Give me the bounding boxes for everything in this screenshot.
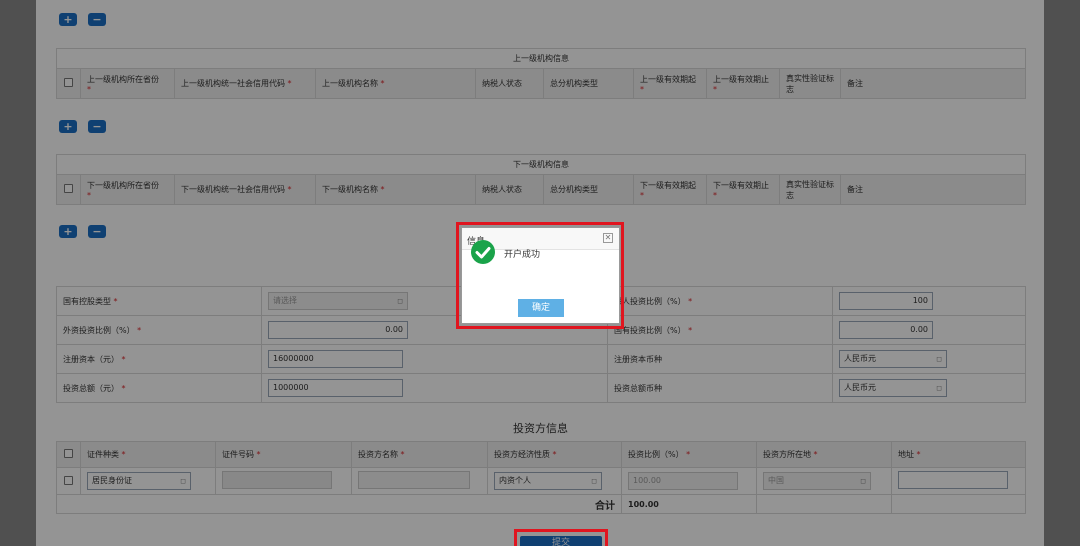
lower-level-title: 下一级机构信息	[55, 154, 1027, 175]
add-upper-row-button[interactable]: +	[59, 120, 77, 133]
sum-label: 合计	[56, 494, 622, 514]
column-header: 地址 *	[891, 441, 1026, 468]
column-header: 纳税人状态	[475, 68, 544, 99]
column-header: 上一级有效期止 *	[706, 68, 780, 99]
id-number-input[interactable]	[222, 471, 332, 489]
location-select[interactable]: 中国 ◻	[763, 472, 871, 490]
field-label: 注册资本（元） *	[56, 344, 262, 374]
dialog-highlight-box	[456, 222, 624, 329]
column-header: 总分机构类型	[543, 174, 634, 205]
row-checkbox[interactable]	[64, 475, 73, 485]
column-header: 纳税人状态	[475, 174, 544, 205]
natural-ratio-input[interactable]: 100	[839, 292, 933, 310]
column-header: 总分机构类型	[543, 68, 634, 99]
upper-level-table: 上一级机构信息 上一级机构所在省份 * 上一级机构统一社会信用代码 * 上一级机构…	[55, 48, 1027, 99]
column-header: 真实性验证标志	[779, 174, 841, 205]
state-ratio-input[interactable]: 0.00	[839, 321, 933, 339]
column-header: 投资方所在地 *	[756, 441, 892, 468]
foreign-ratio-input[interactable]: 0.00	[268, 321, 408, 339]
field-label: 国有控股类型 *	[56, 286, 262, 316]
column-header: 证件号码 *	[215, 441, 352, 468]
select-all-checkbox[interactable]	[64, 449, 73, 458]
total-invest-input[interactable]: 1000000	[268, 379, 403, 397]
reg-capital-input[interactable]: 16000000	[268, 350, 403, 368]
column-header: 备注	[839, 68, 1027, 99]
column-header: 真实性验证标志	[779, 68, 841, 99]
add-row-button[interactable]: +	[59, 13, 77, 26]
column-header: 下一级机构名称 *	[315, 174, 476, 205]
select-all-checkbox[interactable]	[64, 78, 73, 87]
column-header: 投资方名称 *	[351, 441, 488, 468]
dropdown-arrow-icon: ◻	[936, 355, 942, 363]
investor-table: 证件种类 * 证件号码 * 投资方名称 * 投资方经济性质 * 投资比例（%） …	[56, 441, 1026, 514]
upper-level-title: 上一级机构信息	[55, 48, 1027, 69]
dropdown-arrow-icon: ◻	[936, 384, 942, 392]
column-header: 证件种类 *	[80, 441, 216, 468]
field-label: 注册资本币种	[607, 344, 833, 374]
column-header: 上一级机构名称 *	[315, 68, 476, 99]
investor-section-title: 投资方信息	[513, 422, 568, 435]
lower-level-table: 下一级机构信息 下一级机构所在省份 * 下一级机构统一社会信用代码 * 下一级机构…	[55, 154, 1027, 205]
address-input[interactable]	[898, 471, 1008, 489]
column-header: 备注	[839, 174, 1027, 205]
remove-row-button[interactable]: −	[88, 13, 106, 26]
column-header: 投资方经济性质 *	[487, 441, 622, 468]
field-label: 投资总额（元） *	[56, 373, 262, 403]
column-header: 下一级机构所在省份 *	[80, 174, 175, 205]
add-lower-row-button[interactable]: +	[59, 225, 77, 238]
remove-upper-row-button[interactable]: −	[88, 120, 106, 133]
table-row: 居民身份证 ◻ 内资个人 ◻ 100.00 中国 ◻	[56, 467, 1026, 495]
state-type-select[interactable]: 请选择 ◻	[268, 292, 408, 310]
column-header: 下一级有效期止 *	[706, 174, 780, 205]
field-label: 国有投资比例（%） *	[607, 315, 833, 345]
field-label: 然人投资比例（%） *	[607, 286, 833, 316]
column-header: 下一级有效期起 *	[633, 174, 707, 205]
nature-select[interactable]: 内资个人 ◻	[494, 472, 602, 490]
dropdown-arrow-icon: ◻	[180, 477, 186, 485]
column-header: 上一级机构所在省份 *	[80, 68, 175, 99]
dropdown-arrow-icon: ◻	[860, 477, 866, 485]
column-header: 上一级有效期起 *	[633, 68, 707, 99]
id-type-select[interactable]: 居民身份证 ◻	[87, 472, 191, 490]
field-label: 外资投资比例（%） *	[56, 315, 262, 345]
reg-currency-select[interactable]: 人民币元 ◻	[839, 350, 947, 368]
dropdown-arrow-icon: ◻	[591, 477, 597, 485]
investor-name-input[interactable]	[358, 471, 470, 489]
submit-highlight-box	[514, 529, 608, 546]
column-header: 投资比例（%） *	[621, 441, 757, 468]
sum-value: 100.00	[621, 494, 757, 514]
field-label: 投资总额币种	[607, 373, 833, 403]
dropdown-arrow-icon: ◻	[397, 297, 403, 305]
ratio-input[interactable]: 100.00	[628, 472, 738, 490]
invest-currency-select[interactable]: 人民币元 ◻	[839, 379, 947, 397]
select-all-checkbox[interactable]	[64, 184, 73, 193]
column-header: 下一级机构统一社会信用代码 *	[174, 174, 316, 205]
column-header: 上一级机构统一社会信用代码 *	[174, 68, 316, 99]
remove-lower-row-button[interactable]: −	[88, 225, 106, 238]
